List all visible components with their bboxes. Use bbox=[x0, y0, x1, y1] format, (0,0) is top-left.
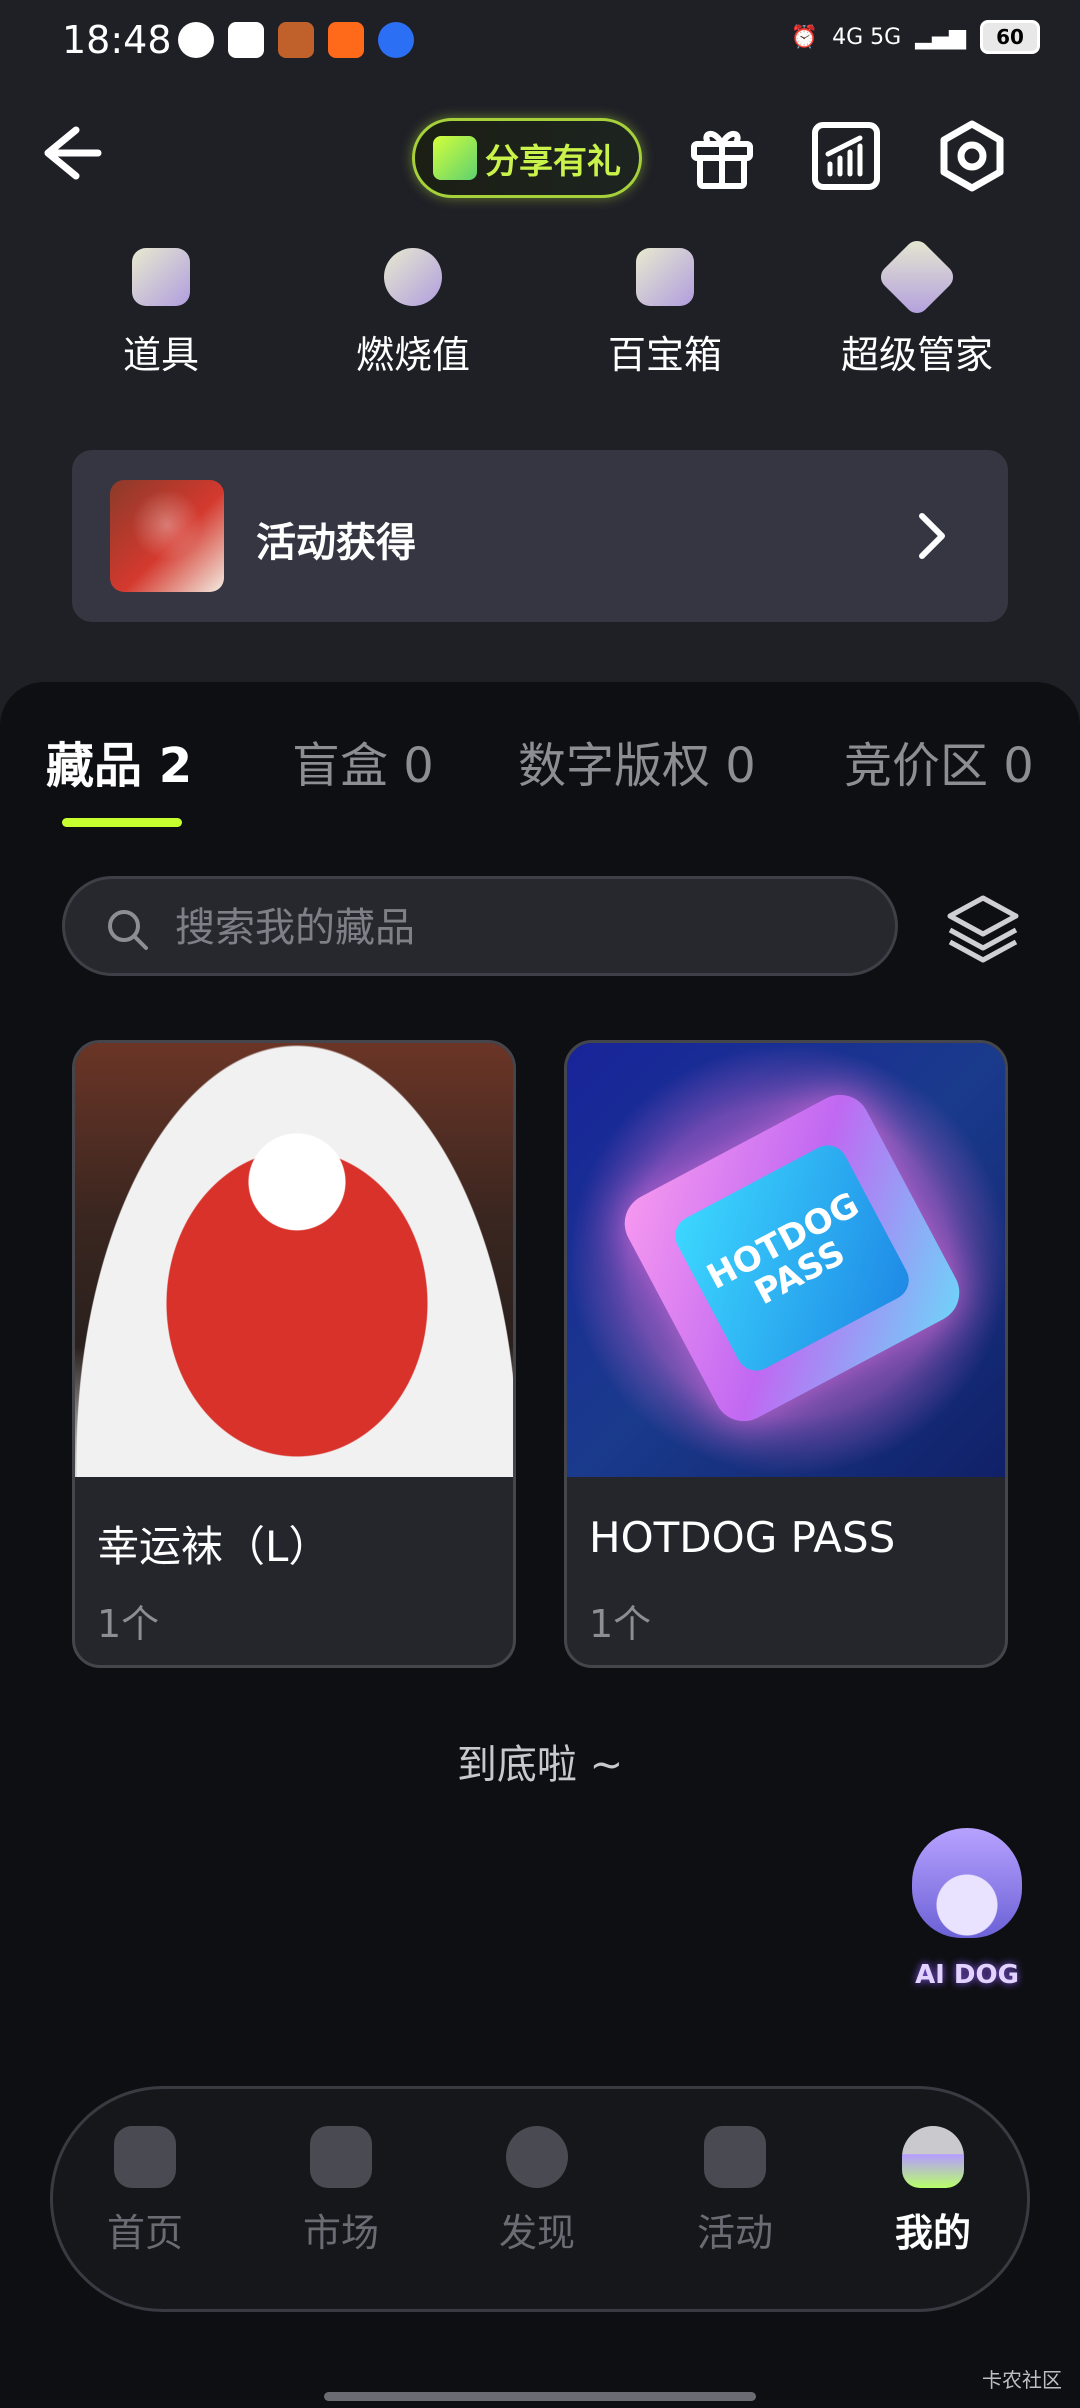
home-indicator[interactable] bbox=[324, 2392, 756, 2401]
market-chart-icon bbox=[310, 2126, 372, 2188]
tool-label: 道具 bbox=[122, 333, 199, 377]
tab-blind-box[interactable]: 盲盒 0 bbox=[292, 726, 434, 796]
flame-icon bbox=[384, 248, 442, 306]
tab-collectibles[interactable]: 藏品 2 bbox=[46, 726, 192, 796]
chart-icon bbox=[812, 122, 880, 190]
tab-bidding[interactable]: 竞价区 0 bbox=[844, 726, 1034, 796]
nav-label: 我的 bbox=[894, 2211, 971, 2255]
collectible-card[interactable]: HOTDOG PASS HOTDOG PASS 1个 bbox=[564, 1040, 1008, 1668]
card-count: 1个 bbox=[589, 1602, 652, 1646]
share-gift-button[interactable]: 分享有礼 bbox=[412, 118, 642, 198]
watermark: 卡农社区 bbox=[982, 2368, 1062, 2392]
layers-icon[interactable] bbox=[944, 890, 1022, 968]
ai-dog-avatar-icon bbox=[912, 1828, 1022, 1938]
tool-item-burn-value[interactable]: 燃烧值 bbox=[318, 248, 508, 379]
hotdog-pass-image: HOTDOG PASS bbox=[567, 1043, 1005, 1477]
ticket-text: HOTDOG PASS bbox=[668, 1138, 916, 1378]
notification-icons bbox=[178, 22, 414, 58]
treasure-box-icon bbox=[636, 248, 694, 306]
settings-button[interactable] bbox=[936, 120, 1008, 192]
tool-label: 百宝箱 bbox=[607, 333, 722, 377]
search-icon bbox=[108, 910, 148, 950]
status-right: ⏰ 4G 5G ▂▄▆ 60 bbox=[791, 20, 1040, 54]
task-notification-icon bbox=[328, 22, 364, 58]
v-badge-icon bbox=[875, 235, 959, 319]
search-input[interactable] bbox=[173, 895, 857, 961]
gift-box-icon bbox=[433, 136, 477, 180]
nav-item-activity[interactable]: 活动 bbox=[660, 2126, 810, 2257]
activity-thumbnail bbox=[110, 480, 224, 592]
chevron-right-icon bbox=[919, 513, 945, 559]
tool-item-super-butler[interactable]: 超级管家 bbox=[822, 235, 1012, 379]
status-bar: 18:48 ⏰ 4G 5G ▂▄▆ 60 bbox=[0, 0, 1080, 84]
gift-button[interactable] bbox=[686, 120, 758, 192]
alarm-icon: ⏰ bbox=[790, 24, 819, 50]
game-notification-icon bbox=[278, 22, 314, 58]
nav-item-home[interactable]: 首页 bbox=[70, 2126, 220, 2257]
nav-item-market[interactable]: 市场 bbox=[266, 2126, 416, 2257]
app-notification-icon bbox=[178, 22, 214, 58]
tool-label: 燃烧值 bbox=[355, 333, 470, 377]
nav-label: 首页 bbox=[106, 2211, 183, 2255]
nav-label: 市场 bbox=[302, 2211, 379, 2255]
back-arrow-icon bbox=[44, 126, 102, 180]
status-time: 18:48 bbox=[62, 18, 172, 62]
search-bar[interactable] bbox=[62, 876, 898, 976]
card-count: 1个 bbox=[97, 1602, 160, 1646]
tool-item-props[interactable]: 道具 bbox=[66, 248, 256, 379]
activity-cards-icon bbox=[704, 2126, 766, 2188]
ai-dog-button[interactable]: AI DOG bbox=[892, 1828, 1042, 1998]
nav-item-discover[interactable]: 发现 bbox=[462, 2126, 612, 2257]
tab-digital-copyright[interactable]: 数字版权 0 bbox=[518, 726, 756, 796]
end-of-list-text: 到底啦 ~ bbox=[456, 1742, 624, 1788]
activity-label: 活动获得 bbox=[256, 520, 416, 566]
hexagon-settings-icon bbox=[940, 120, 1004, 192]
star-box-icon bbox=[132, 248, 190, 306]
tool-item-treasure-box[interactable]: 百宝箱 bbox=[570, 248, 760, 379]
back-button[interactable] bbox=[36, 118, 106, 188]
activity-acquired-card[interactable]: 活动获得 bbox=[72, 450, 1008, 622]
profile-icon bbox=[902, 2126, 964, 2188]
chart-button[interactable] bbox=[810, 120, 882, 192]
active-tab-indicator bbox=[62, 818, 182, 827]
card-title: 幸运袜（L） bbox=[97, 1522, 331, 1571]
signal-icon: ▂▄▆ bbox=[915, 24, 966, 50]
tool-label: 超级管家 bbox=[840, 333, 993, 377]
battery-icon: 60 bbox=[980, 20, 1040, 54]
nav-label: 活动 bbox=[696, 2211, 773, 2255]
mail-notification-icon bbox=[228, 22, 264, 58]
gift-icon bbox=[691, 131, 753, 189]
home-icon bbox=[114, 2126, 176, 2188]
network-labels: 4G 5G bbox=[832, 24, 902, 50]
nav-item-mine[interactable]: 我的 bbox=[858, 2126, 1008, 2257]
battery-level: 60 bbox=[996, 25, 1024, 49]
nav-label: 发现 bbox=[498, 2211, 575, 2255]
collectible-card[interactable]: 幸运袜（L） 1个 bbox=[72, 1040, 516, 1668]
ticket-graphic: HOTDOG PASS bbox=[614, 1084, 970, 1432]
christmas-stocking-image bbox=[75, 1043, 513, 1477]
ai-dog-label: AI DOG bbox=[915, 1960, 1019, 1990]
planet-icon bbox=[506, 2126, 568, 2188]
card-title: HOTDOG PASS bbox=[589, 1513, 896, 1562]
share-gift-label: 分享有礼 bbox=[485, 141, 621, 182]
k-app-notification-icon bbox=[378, 22, 414, 58]
